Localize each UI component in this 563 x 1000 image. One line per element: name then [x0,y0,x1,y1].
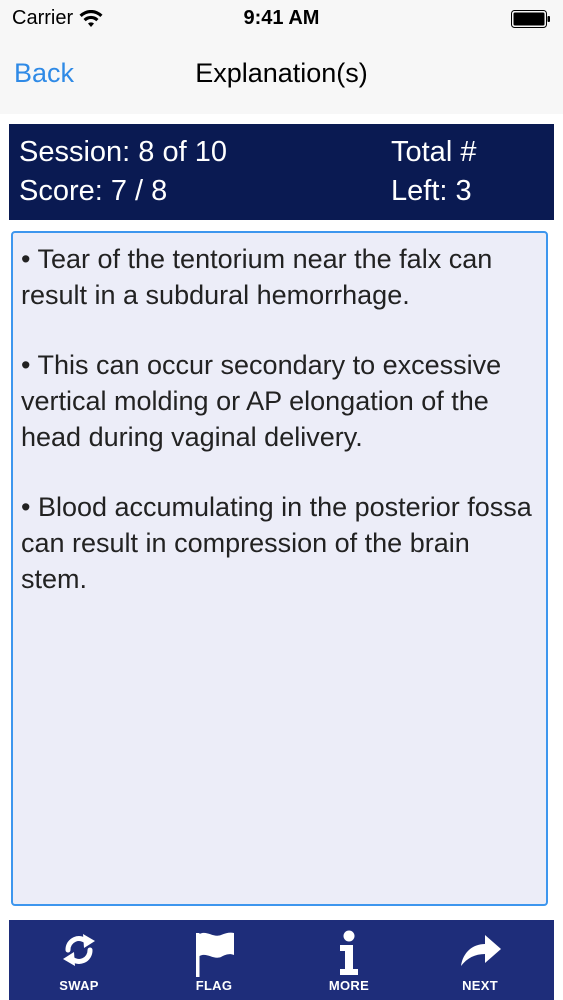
explanation-paragraph: • Tear of the tentorium near the falx ca… [21,244,493,310]
status-time: 9:41 AM [243,7,320,29]
flag-icon [196,932,234,977]
swap-icon [63,934,95,966]
questions-left: Left: 3 [391,175,472,207]
explanation-screen: Carrier 9:41 AM Back Explanation(s) Sess… [0,0,563,1000]
explanation-paragraph: • This can occur secondary to excessive … [21,350,502,452]
info-icon [340,930,358,975]
swap-button[interactable]: SWAP [34,920,124,1000]
more-label: MORE [328,978,370,993]
status-bar: Carrier 9:41 AM [0,0,563,38]
flag-label: FLAG [195,978,233,993]
more-button[interactable]: MORE [304,920,394,1000]
forward-arrow-icon [461,935,501,966]
score-display: Score: 7 / 8 [19,175,168,207]
explanation-paragraph: • Blood accumulating in the posterior fo… [21,492,532,594]
battery-icon [511,10,550,28]
explanation-text-area[interactable]: • Tear of the tentorium near the falx ca… [11,231,548,906]
session-progress: Session: 8 of 10 [19,136,227,168]
bottom-toolbar: SWAP FLAG MORE NEXT [9,920,554,1000]
total-label: Total # [391,136,477,168]
swap-label: SWAP [59,978,99,993]
session-header: Session: 8 of 10 Score: 7 / 8 Total # Le… [9,124,554,220]
next-button[interactable]: NEXT [435,920,525,1000]
page-title: Explanation(s) [195,58,368,88]
flag-button[interactable]: FLAG [169,920,259,1000]
next-label: NEXT [462,978,498,993]
navigation-bar: Back Explanation(s) [0,38,563,114]
explanation-panel: • Tear of the tentorium near the falx ca… [9,229,554,912]
